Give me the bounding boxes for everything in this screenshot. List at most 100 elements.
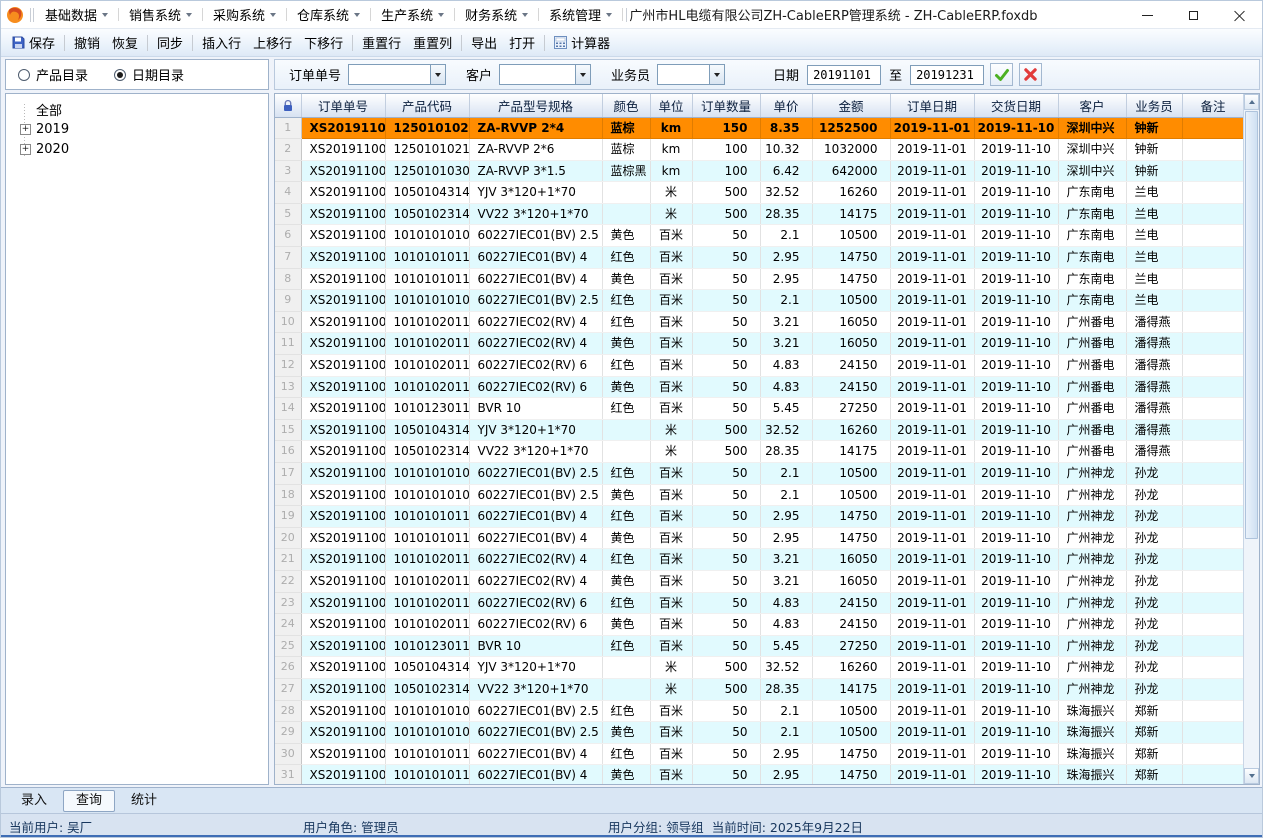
table-cell[interactable]: 50 xyxy=(692,592,760,614)
table-cell[interactable]: 50 xyxy=(692,290,760,312)
table-cell[interactable]: 28.35 xyxy=(760,203,812,225)
table-cell[interactable]: 广州番电 xyxy=(1058,419,1126,441)
table-cell[interactable]: 潘得燕 xyxy=(1126,441,1182,463)
table-cell[interactable]: 广州神龙 xyxy=(1058,657,1126,679)
table-cell[interactable]: 广州神龙 xyxy=(1058,570,1126,592)
table-cell[interactable]: 兰电 xyxy=(1126,268,1182,290)
table-cell[interactable]: 百米 xyxy=(650,527,692,549)
table-cell[interactable]: 2019-11-01 xyxy=(890,333,974,355)
table-cell[interactable] xyxy=(602,182,650,204)
table-cell[interactable]: 2019-11-01 xyxy=(890,635,974,657)
table-cell[interactable]: 2019-11-01 xyxy=(890,355,974,377)
column-header[interactable]: 产品型号规格 xyxy=(469,94,602,117)
table-cell[interactable]: XS201911004 xyxy=(301,657,385,679)
table-cell[interactable]: XS201911004 xyxy=(301,678,385,700)
table-cell[interactable]: 50 xyxy=(692,268,760,290)
table-cell[interactable]: 10101020113 xyxy=(385,614,469,636)
toolbar-button[interactable]: 撤销 xyxy=(68,31,106,55)
table-cell[interactable]: 米 xyxy=(650,441,692,463)
bottom-tab[interactable]: 录入 xyxy=(9,791,59,811)
tree-node[interactable]: + 2019 xyxy=(6,119,268,139)
table-cell[interactable] xyxy=(1182,376,1244,398)
table-cell[interactable]: 黄色 xyxy=(602,722,650,744)
table-row[interactable]: 7XS2019110021010101011160227IEC01(BV) 4红… xyxy=(275,247,1244,269)
table-cell[interactable]: 2.1 xyxy=(760,290,812,312)
table-cell[interactable]: 16260 xyxy=(812,657,890,679)
table-cell[interactable]: 百米 xyxy=(650,311,692,333)
table-cell[interactable]: 2019-11-01 xyxy=(890,678,974,700)
maximize-button[interactable] xyxy=(1170,1,1216,29)
table-cell[interactable]: 2019-11-10 xyxy=(974,355,1058,377)
table-cell[interactable]: 2019-11-01 xyxy=(890,657,974,679)
table-cell[interactable]: XS201911005 xyxy=(301,700,385,722)
salesman-input[interactable] xyxy=(657,64,709,85)
table-cell[interactable]: 百米 xyxy=(650,333,692,355)
table-cell[interactable]: 60227IEC01(BV) 4 xyxy=(469,247,602,269)
table-cell[interactable]: 60227IEC02(RV) 6 xyxy=(469,592,602,614)
table-cell[interactable] xyxy=(1182,333,1244,355)
table-cell[interactable]: XS201911003 xyxy=(301,398,385,420)
table-cell[interactable]: 642000 xyxy=(812,160,890,182)
table-cell[interactable]: 2019-11-10 xyxy=(974,419,1058,441)
table-cell[interactable]: YJV 3*120+1*70 xyxy=(469,657,602,679)
table-cell[interactable]: 14175 xyxy=(812,678,890,700)
table-cell[interactable]: km xyxy=(650,139,692,161)
table-cell[interactable]: 3.21 xyxy=(760,333,812,355)
column-header[interactable]: 订单单号 xyxy=(301,94,385,117)
table-cell[interactable]: 百米 xyxy=(650,463,692,485)
table-cell[interactable]: 广州神龙 xyxy=(1058,506,1126,528)
table-cell[interactable]: 百米 xyxy=(650,722,692,744)
table-row[interactable]: 10XS2019110031010102011160227IEC02(RV) 4… xyxy=(275,311,1244,333)
scrollbar-thumb[interactable] xyxy=(1245,111,1258,539)
table-cell[interactable] xyxy=(1182,139,1244,161)
table-cell[interactable]: 10500 xyxy=(812,225,890,247)
table-cell[interactable]: 50 xyxy=(692,333,760,355)
table-cell[interactable]: 2019-11-01 xyxy=(890,376,974,398)
table-cell[interactable] xyxy=(1182,117,1244,139)
toolbar-button[interactable]: 打开 xyxy=(503,31,541,55)
table-cell[interactable]: 2019-11-01 xyxy=(890,441,974,463)
table-cell[interactable]: 2.95 xyxy=(760,743,812,765)
table-cell[interactable] xyxy=(602,203,650,225)
table-cell[interactable]: 24150 xyxy=(812,355,890,377)
table-cell[interactable]: 50 xyxy=(692,570,760,592)
table-cell[interactable]: 500 xyxy=(692,203,760,225)
table-row[interactable]: 14XS20191100310101230115BVR 10红色百米505.45… xyxy=(275,398,1244,420)
table-row[interactable]: 8XS2019110021010101011160227IEC01(BV) 4黄… xyxy=(275,268,1244,290)
table-cell[interactable]: 潘得燕 xyxy=(1126,398,1182,420)
table-row[interactable]: 24XS2019110041010102011360227IEC02(RV) 6… xyxy=(275,614,1244,636)
toolbar-button[interactable]: 下移行 xyxy=(298,31,349,55)
table-cell[interactable]: 2.1 xyxy=(760,722,812,744)
table-cell[interactable]: 孙龙 xyxy=(1126,527,1182,549)
toolbar-button[interactable]: 重置行 xyxy=(356,31,407,55)
expand-icon[interactable]: + xyxy=(20,144,31,155)
customer-combo[interactable] xyxy=(499,64,591,85)
table-cell[interactable]: 兰电 xyxy=(1126,182,1182,204)
table-cell[interactable]: 32.52 xyxy=(760,657,812,679)
table-cell[interactable]: BVR 10 xyxy=(469,635,602,657)
table-cell[interactable]: 2019-11-01 xyxy=(890,225,974,247)
table-cell[interactable] xyxy=(1182,225,1244,247)
table-cell[interactable]: 2019-11-01 xyxy=(890,743,974,765)
table-cell[interactable]: 广东南电 xyxy=(1058,225,1126,247)
date-to-input[interactable] xyxy=(910,65,984,85)
table-cell[interactable]: 2019-11-01 xyxy=(890,398,974,420)
table-cell[interactable]: BVR 10 xyxy=(469,398,602,420)
table-cell[interactable]: 孙龙 xyxy=(1126,570,1182,592)
table-cell[interactable]: 1252500 xyxy=(812,117,890,139)
table-row[interactable]: 20XS2019110041010101011160227IEC01(BV) 4… xyxy=(275,527,1244,549)
table-cell[interactable]: XS201911002 xyxy=(301,225,385,247)
table-cell[interactable]: 2019-11-10 xyxy=(974,678,1058,700)
column-header[interactable]: 单位 xyxy=(650,94,692,117)
table-cell[interactable]: 2019-11-01 xyxy=(890,527,974,549)
table-cell[interactable]: 50 xyxy=(692,614,760,636)
toolbar-button[interactable]: 保存 xyxy=(6,31,61,55)
table-cell[interactable] xyxy=(1182,463,1244,485)
table-cell[interactable]: XS201911002 xyxy=(301,247,385,269)
table-cell[interactable] xyxy=(1182,743,1244,765)
table-cell[interactable]: XS201911004 xyxy=(301,635,385,657)
table-cell[interactable]: 郑新 xyxy=(1126,700,1182,722)
table-cell[interactable]: 60227IEC02(RV) 6 xyxy=(469,614,602,636)
table-cell[interactable]: km xyxy=(650,160,692,182)
table-cell[interactable]: 百米 xyxy=(650,225,692,247)
